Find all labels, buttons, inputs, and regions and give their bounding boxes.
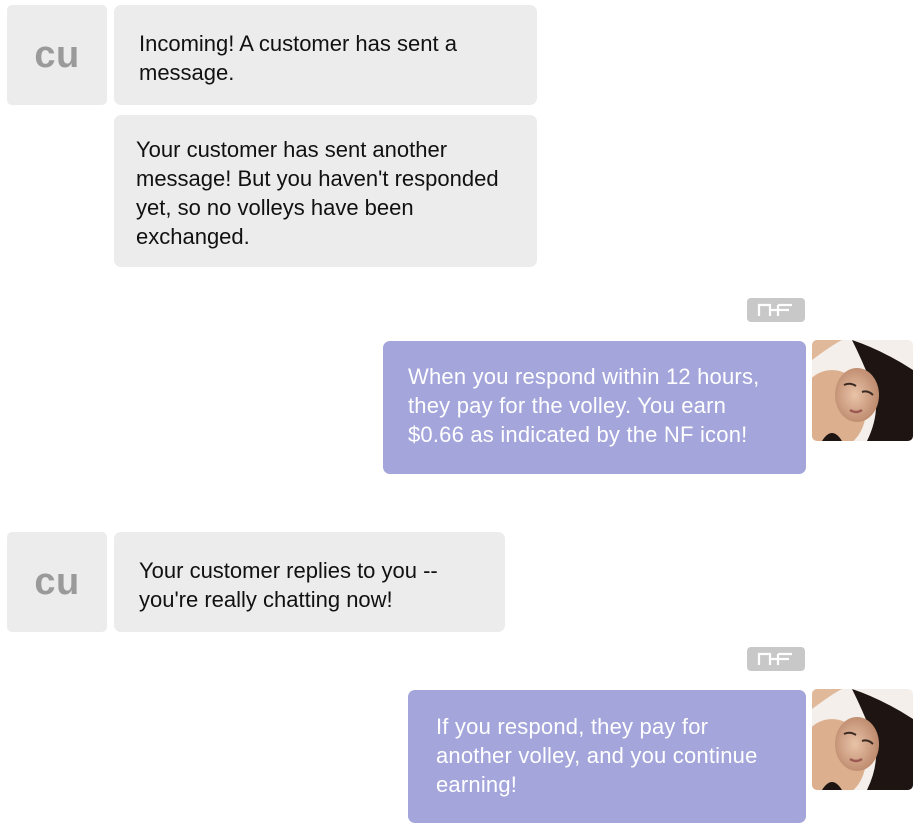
incoming-message-bubble: Your customer has sent another message! … <box>114 115 537 267</box>
message-text: When you respond within 12 hours, they p… <box>408 364 760 447</box>
customer-avatar: cu <box>7 5 107 105</box>
incoming-message-bubble: Incoming! A customer has sent a message. <box>114 5 537 105</box>
message-text: Your customer replies to you -- you're r… <box>139 558 438 612</box>
incoming-message-bubble: Your customer replies to you -- you're r… <box>114 532 505 632</box>
profile-photo-avatar <box>812 340 913 441</box>
nf-logo-icon <box>747 298 805 322</box>
message-text: If you respond, they pay for another vol… <box>436 714 758 797</box>
nf-logo-icon-glyph <box>757 652 792 665</box>
outgoing-message-bubble: When you respond within 12 hours, they p… <box>383 341 806 474</box>
customer-avatar: cu <box>7 532 107 632</box>
customer-avatar-initials: cu <box>34 33 80 76</box>
nf-logo-icon-glyph <box>757 303 792 316</box>
customer-avatar-initials: cu <box>34 560 80 603</box>
profile-photo-avatar <box>812 689 913 790</box>
profile-photo <box>812 689 913 790</box>
nf-logo-icon <box>747 647 805 671</box>
outgoing-message-bubble: If you respond, they pay for another vol… <box>408 690 806 823</box>
profile-photo <box>812 340 913 441</box>
message-text: Your customer has sent another message! … <box>136 137 499 249</box>
message-text: Incoming! A customer has sent a message. <box>139 31 457 85</box>
